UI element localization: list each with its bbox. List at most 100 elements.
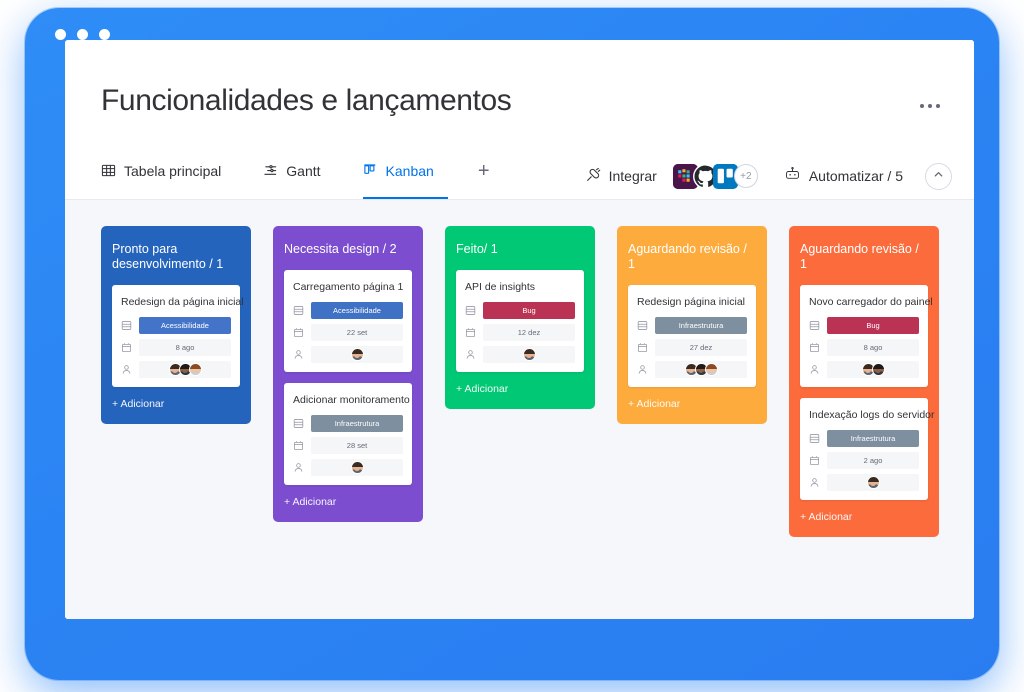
assignee-avatars[interactable]: [684, 363, 718, 376]
status-badge[interactable]: Acessibilidade: [139, 317, 231, 334]
plug-icon: [585, 167, 601, 186]
status-badge[interactable]: Infraestrutura: [655, 317, 747, 334]
card-status-row[interactable]: Acessibilidade: [121, 317, 231, 334]
kanban-card[interactable]: Redesign página inicial Infraestrutura 27 …: [628, 285, 756, 387]
add-item-link[interactable]: + Adicionar: [112, 398, 240, 410]
people-value[interactable]: [827, 361, 919, 378]
people-value[interactable]: [827, 474, 919, 491]
card-date-row[interactable]: 28 set: [293, 437, 403, 454]
card-people-row[interactable]: [293, 346, 403, 363]
kanban-card[interactable]: Adicionar monitoramento Infraestrutura 28 …: [284, 383, 412, 485]
tab-tabela-principal[interactable]: Tabela principal: [101, 155, 235, 199]
card-people-row[interactable]: [809, 474, 919, 491]
card-status-row[interactable]: Bug: [809, 317, 919, 334]
column-title: Feito/ 1: [456, 242, 498, 256]
board-more-menu-button[interactable]: [914, 98, 946, 114]
avatar[interactable]: [350, 348, 364, 361]
app-header: Funcionalidades e lançamentos Tabela pri…: [65, 40, 974, 200]
card-people-row[interactable]: [121, 361, 231, 378]
close-dot[interactable]: [55, 29, 66, 40]
assignee-avatars[interactable]: [350, 461, 364, 474]
assignee-avatars[interactable]: [350, 348, 364, 361]
card-date-row[interactable]: 8 ago: [121, 339, 231, 356]
avatar[interactable]: [188, 363, 202, 376]
people-value[interactable]: [655, 361, 747, 378]
status-rows-icon: [293, 305, 304, 316]
assignee-avatars[interactable]: [168, 363, 202, 376]
kanban-card[interactable]: Indexação logs do servidor Infraestrutura…: [800, 398, 935, 500]
date-value[interactable]: 2 ago: [827, 452, 919, 469]
assignee-avatars[interactable]: [861, 363, 885, 376]
maximize-dot[interactable]: [99, 29, 110, 40]
card-people-row[interactable]: [293, 459, 403, 476]
collapse-header-button[interactable]: [925, 162, 952, 190]
status-badge[interactable]: Acessibilidade: [311, 302, 403, 319]
card-date-row[interactable]: 2 ago: [809, 452, 919, 469]
avatar[interactable]: [704, 363, 718, 376]
tab-kanban[interactable]: Kanban: [362, 155, 448, 199]
people-value[interactable]: [139, 361, 231, 378]
assignee-avatars[interactable]: [866, 476, 880, 489]
card-title: Carregamento página 1: [293, 281, 404, 293]
card-status-row[interactable]: Infraestrutura: [293, 415, 403, 432]
date-value[interactable]: 22 set: [311, 324, 403, 341]
kanban-column: Pronto para desenvolvimento / 1 Redesign …: [101, 226, 251, 424]
tab-label: Kanban: [385, 162, 434, 179]
status-badge[interactable]: Bug: [483, 302, 575, 319]
add-item-link[interactable]: + Adicionar: [628, 398, 756, 410]
assignee-avatars[interactable]: [522, 348, 536, 361]
date-value[interactable]: 8 ago: [827, 339, 919, 356]
date-value[interactable]: 8 ago: [139, 339, 231, 356]
integrate-button[interactable]: Integrar: [579, 163, 663, 190]
card-title: Redesign página inicial: [637, 296, 745, 308]
date-value[interactable]: 27 dez: [655, 339, 747, 356]
people-value[interactable]: [311, 346, 403, 363]
card-date-row[interactable]: 27 dez: [637, 339, 747, 356]
card-status-row[interactable]: Acessibilidade: [293, 302, 403, 319]
kanban-card[interactable]: Novo carregador do painel Bug 8 ago: [800, 285, 933, 387]
people-value[interactable]: [483, 346, 575, 363]
avatar[interactable]: [866, 476, 880, 489]
date-value[interactable]: 12 dez: [483, 324, 575, 341]
automate-button[interactable]: Automatizar / 5: [778, 162, 909, 190]
status-badge[interactable]: Infraestrutura: [311, 415, 403, 432]
add-item-link[interactable]: + Adicionar: [456, 383, 584, 395]
status-rows-icon: [809, 433, 820, 444]
add-item-link[interactable]: + Adicionar: [284, 496, 412, 508]
avatar[interactable]: [522, 348, 536, 361]
card-status-row[interactable]: Infraestrutura: [637, 317, 747, 334]
kanban-icon: [363, 163, 378, 189]
integrations-avatar-group[interactable]: +2: [672, 163, 758, 189]
add-view-button[interactable]: +: [478, 155, 490, 199]
page-title: Funcionalidades e lançamentos: [101, 84, 512, 117]
status-rows-icon: [637, 320, 648, 331]
kanban-column: Feito/ 1 API de insights Bug 12 dez + Adicio…: [445, 226, 595, 409]
calendar-icon: [465, 327, 476, 338]
add-item-link[interactable]: + Adicionar: [800, 511, 928, 523]
card-status-row[interactable]: Infraestrutura: [809, 430, 919, 447]
avatar[interactable]: [350, 461, 364, 474]
minimize-dot[interactable]: [77, 29, 88, 40]
integrations-more-count[interactable]: +2: [733, 164, 758, 188]
kanban-card[interactable]: API de insights Bug 12 dez: [456, 270, 584, 372]
tab-label: Tabela principal: [124, 162, 222, 179]
person-icon: [293, 462, 304, 473]
dot: [936, 104, 940, 108]
card-people-row[interactable]: [465, 346, 575, 363]
card-people-row[interactable]: [637, 361, 747, 378]
automate-label: Automatizar / 5: [808, 168, 903, 184]
tab-gantt[interactable]: Gantt: [263, 155, 334, 199]
people-value[interactable]: [311, 459, 403, 476]
card-status-row[interactable]: Bug: [465, 302, 575, 319]
card-people-row[interactable]: [809, 361, 919, 378]
card-date-row[interactable]: 12 dez: [465, 324, 575, 341]
card-date-row[interactable]: 8 ago: [809, 339, 919, 356]
kanban-card[interactable]: Redesign da página inicial Acessibilidade…: [112, 285, 244, 387]
card-title: Adicionar monitoramento: [293, 394, 410, 406]
kanban-card[interactable]: Carregamento página 1 Acessibilidade 22 se…: [284, 270, 412, 372]
status-badge[interactable]: Infraestrutura: [827, 430, 919, 447]
status-badge[interactable]: Bug: [827, 317, 919, 334]
card-date-row[interactable]: 22 set: [293, 324, 403, 341]
date-value[interactable]: 28 set: [311, 437, 403, 454]
avatar[interactable]: [871, 363, 885, 376]
